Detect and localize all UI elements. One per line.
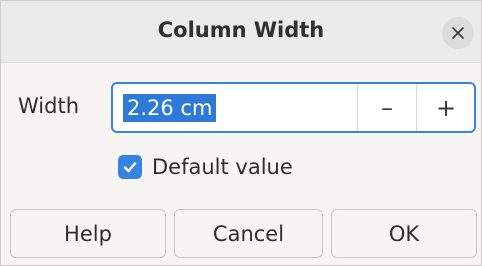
width-label: Width: [18, 94, 80, 118]
plus-icon: +: [435, 93, 457, 122]
help-button[interactable]: Help: [10, 209, 166, 258]
width-spinbox[interactable]: 2.26 cm – +: [111, 82, 476, 133]
decrement-button[interactable]: –: [357, 84, 416, 131]
minus-icon: –: [381, 93, 393, 122]
width-input[interactable]: 2.26 cm: [123, 94, 217, 122]
close-button[interactable]: [442, 17, 474, 49]
checkmark-icon: [123, 162, 137, 173]
title-bar: Column Width: [1, 1, 481, 63]
default-value-label: Default value: [152, 155, 293, 179]
column-width-dialog: Column Width Width 2.26 cm – + Default v…: [0, 0, 482, 266]
default-value-row[interactable]: Default value: [118, 155, 293, 179]
close-icon: [452, 27, 464, 39]
default-value-checkbox[interactable]: [118, 155, 142, 179]
increment-button[interactable]: +: [416, 84, 474, 131]
ok-button[interactable]: OK: [331, 209, 477, 258]
cancel-button[interactable]: Cancel: [174, 209, 323, 258]
dialog-title: Column Width: [157, 18, 325, 42]
